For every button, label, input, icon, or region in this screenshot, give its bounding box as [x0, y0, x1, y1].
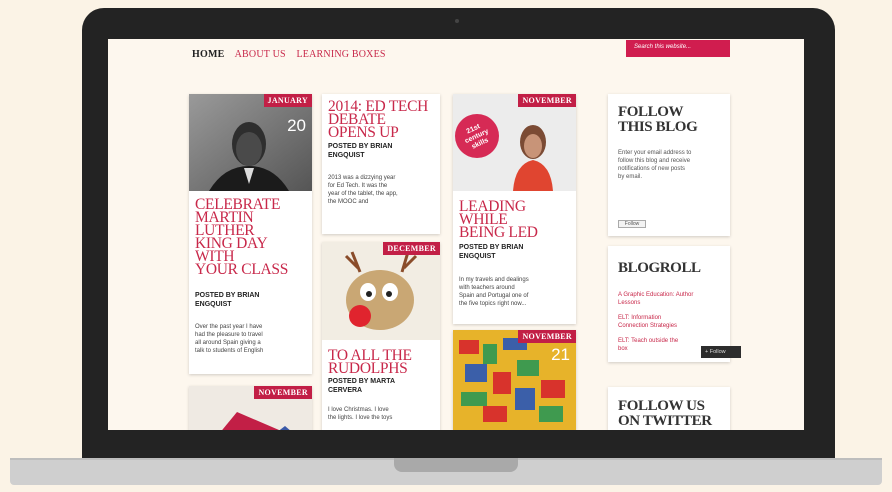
post-card-rudolphs[interactable]: DECEMBER TO ALL THE RUDOLPHS POSTED BY MA… [322, 242, 440, 430]
post-byline: POSTED BY BRIAN ENGQUIST [328, 143, 393, 159]
screen: HOME ABOUT US LEARNING BOXES Search this… [108, 39, 804, 430]
month-badge: NOVEMBER [518, 94, 576, 107]
search-input[interactable]: Search this website... [626, 40, 730, 57]
nav-learning-boxes[interactable]: LEARNING BOXES [296, 49, 385, 60]
blogroll-link[interactable]: A Graphic Education: Author Lessons [618, 291, 693, 307]
laptop-notch [394, 458, 518, 472]
twitter-widget: FOLLOW US ON TWITTER [608, 387, 730, 430]
day-number: 20 [287, 116, 306, 135]
blogroll-link[interactable]: ELT: Teach outside the box [618, 337, 678, 353]
follow-button[interactable]: Follow [618, 220, 646, 228]
follow-blog-widget: FOLLOW THIS BLOG Enter your email address… [608, 94, 730, 236]
post-title[interactable]: 2014: ED TECH DEBATE OPENS UP [328, 99, 428, 141]
widget-text: Enter your email address to follow this b… [618, 150, 692, 180]
month-badge: DECEMBER [383, 242, 440, 255]
widget-title: FOLLOW THIS BLOG [618, 104, 698, 135]
blogroll-link[interactable]: ELT: Information Connection Strategies [618, 314, 677, 330]
post-excerpt: In my travels and dealings with teachers … [459, 277, 529, 307]
post-byline: POSTED BY MARTA CERVERA [328, 378, 396, 394]
camera-dot [455, 19, 459, 23]
reindeer-image [322, 242, 440, 340]
post-card-edtech[interactable]: 2014: ED TECH DEBATE OPENS UP POSTED BY BR… [322, 94, 440, 234]
post-card-bottom-left[interactable]: NOVEMBER [189, 386, 312, 430]
day-number: 21 [551, 345, 570, 364]
follow-tab-button[interactable]: + Follow [701, 346, 741, 358]
post-card-leading[interactable]: 21st century skills NOVEMBER LEADING WHIL… [453, 94, 576, 324]
post-card-mlk[interactable]: JANUARY 20 CELEBRATE MARTIN LUTHER KING DA… [189, 94, 312, 374]
main-nav: HOME ABOUT US LEARNING BOXES [192, 49, 394, 60]
post-byline: POSTED BY BRIAN ENGQUIST [195, 292, 260, 308]
post-title[interactable]: TO ALL THE RUDOLPHS [328, 348, 412, 377]
widget-title: BLOGROLL [618, 260, 701, 276]
month-badge: NOVEMBER [518, 330, 576, 343]
month-badge: JANUARY [263, 94, 312, 107]
mlk-photo [189, 94, 312, 191]
widget-title: FOLLOW US ON TWITTER [618, 398, 712, 429]
blogroll-widget: BLOGROLL A Graphic Education: Author Less… [608, 246, 730, 362]
post-byline: POSTED BY BRIAN ENGQUIST [459, 244, 524, 260]
post-excerpt: Over the past year I have had the pleasur… [195, 324, 264, 354]
post-title[interactable]: CELEBRATE MARTIN LUTHER KING DAY WITH YOUR C… [195, 197, 288, 278]
post-excerpt: I love Christmas. I love the lights. I lo… [328, 407, 393, 421]
post-card-mosaic[interactable]: NOVEMBER 21 [453, 330, 576, 430]
month-badge: NOVEMBER [254, 386, 312, 399]
post-excerpt: 2013 was a dizzying year for Ed Tech. It … [328, 175, 398, 205]
nav-home[interactable]: HOME [192, 49, 224, 60]
nav-about-us[interactable]: ABOUT US [235, 49, 286, 60]
post-title[interactable]: LEADING WHILE BEING LED [459, 199, 538, 241]
